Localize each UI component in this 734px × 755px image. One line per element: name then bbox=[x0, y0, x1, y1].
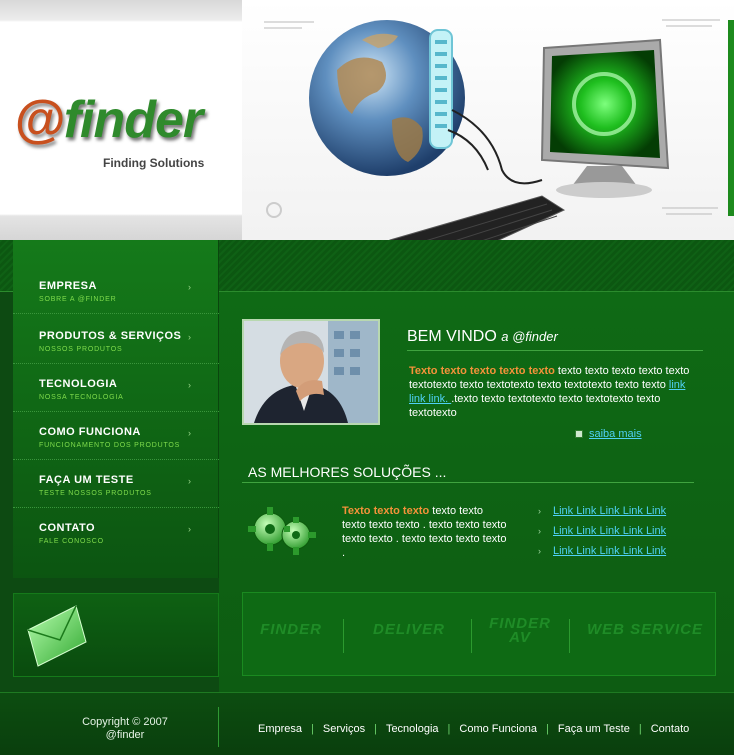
bullet-arrow-icon: › bbox=[538, 526, 541, 536]
nav-item-faca-um-teste[interactable]: FAÇA UM TESTE TESTE NOSSOS PRODUTOS › bbox=[13, 460, 219, 508]
footer-link-empresa[interactable]: Empresa bbox=[258, 723, 302, 735]
separator: | bbox=[311, 723, 314, 735]
nav-item-title: COMO FUNCIONA bbox=[39, 426, 141, 438]
footer-link-como-funciona[interactable]: Como Funciona bbox=[459, 723, 537, 735]
footer-link-contato[interactable]: Contato bbox=[651, 723, 690, 735]
bullet-arrow-icon: › bbox=[538, 506, 541, 516]
nav-item-empresa[interactable]: EMPRESA SOBRE A @FINDER › bbox=[13, 266, 219, 314]
footer-link-tecnologia[interactable]: Tecnologia bbox=[386, 723, 439, 735]
chevron-right-icon: › bbox=[188, 428, 191, 438]
nav-item-title: PRODUTOS & SERVIÇOS bbox=[39, 330, 182, 342]
partner-logo-web-service[interactable]: WEB SERVICE bbox=[583, 622, 707, 637]
sidebar-nav: EMPRESA SOBRE A @FINDER › PRODUTOS & SER… bbox=[13, 240, 219, 578]
nav-item-como-funciona[interactable]: COMO FUNCIONA FUNCIONAMENTO DOS PRODUTOS… bbox=[13, 412, 219, 460]
saiba-mais-label: saiba mais bbox=[589, 428, 642, 440]
links-list: › Link Link Link Link Link › Link Link Lin… bbox=[538, 505, 666, 565]
chevron-right-icon: › bbox=[188, 282, 191, 292]
link-item[interactable]: Link Link Link Link Link bbox=[553, 525, 666, 537]
nav-item-subtitle: TESTE NOSSOS PRODUTOS bbox=[39, 490, 152, 497]
chevron-right-icon: › bbox=[188, 332, 191, 342]
link-item[interactable]: Link Link Link Link Link bbox=[553, 505, 666, 517]
chevron-right-icon: › bbox=[188, 380, 191, 390]
separator: | bbox=[447, 723, 451, 735]
saiba-mais-link[interactable]: saiba mais bbox=[575, 428, 642, 440]
nav-item-tecnologia[interactable]: TECNOLOGIA NOSSA TECNOLOGIA › bbox=[13, 364, 219, 412]
businessman-photo bbox=[242, 319, 380, 425]
gears-icon bbox=[248, 503, 316, 561]
footer-link-faca-um-teste[interactable]: Faça um Teste bbox=[558, 723, 630, 735]
businessman-image bbox=[244, 321, 378, 423]
nav-item-subtitle: FALE CONOSCO bbox=[39, 538, 104, 545]
copyright-line: Copyright © 2007 bbox=[82, 716, 168, 728]
intro-paragraph: Texto texto texto texto texto texto text… bbox=[409, 364, 699, 420]
partner-logo-deliver[interactable]: DELIVER bbox=[367, 622, 451, 637]
nav-item-subtitle: SOBRE A @FINDER bbox=[39, 296, 117, 303]
hero-accent-bar bbox=[728, 20, 734, 216]
welcome-heading: BEM VINDO a @finder bbox=[407, 328, 703, 351]
header: @finder Finding Solutions bbox=[0, 0, 734, 240]
separator: | bbox=[638, 723, 642, 735]
logo-tagline: Finding Solutions bbox=[103, 156, 205, 170]
separator: | bbox=[546, 723, 549, 735]
list-item: › Link Link Link Link Link bbox=[538, 505, 666, 525]
nav-item-produtos-servicos[interactable]: PRODUTOS & SERVIÇOS NOSSOS PRODUTOS › bbox=[13, 316, 219, 364]
nav-item-title: EMPRESA bbox=[39, 280, 97, 292]
nav-item-title: FAÇA UM TESTE bbox=[39, 474, 134, 486]
list-item: › Link Link Link Link Link bbox=[538, 545, 666, 565]
list-item: › Link Link Link Link Link bbox=[538, 525, 666, 545]
solutions-paragraph: Texto texto texto texto texto texto text… bbox=[342, 504, 507, 560]
globe-computer-illustration bbox=[264, 19, 720, 240]
chevron-right-icon: › bbox=[188, 476, 191, 486]
welcome-subtitle: a @finder bbox=[501, 329, 558, 344]
hero-image bbox=[242, 0, 734, 240]
partners-strip: FINDER DELIVER FINDER AV WEB SERVICE bbox=[242, 592, 716, 676]
nav-item-contato[interactable]: CONTATO FALE CONOSCO › bbox=[13, 508, 219, 556]
logo-at-symbol: @ bbox=[14, 91, 65, 149]
divider bbox=[569, 619, 570, 653]
footer-link-servicos[interactable]: Serviços bbox=[323, 723, 365, 735]
nav-item-subtitle: FUNCIONAMENTO DOS PRODUTOS bbox=[39, 442, 181, 449]
nav-item-title: TECNOLOGIA bbox=[39, 378, 118, 390]
logo-word: finder bbox=[63, 91, 203, 149]
solutions-highlight: Texto texto texto bbox=[342, 505, 430, 517]
copyright: Copyright © 2007 @finder bbox=[60, 716, 190, 742]
divider bbox=[218, 707, 219, 747]
arrow-box-icon bbox=[575, 430, 583, 439]
logo[interactable]: @finder bbox=[14, 91, 203, 149]
divider bbox=[343, 619, 344, 653]
logo-panel: @finder Finding Solutions bbox=[0, 0, 242, 240]
nav-item-subtitle: NOSSA TECNOLOGIA bbox=[39, 394, 124, 401]
bullet-arrow-icon: › bbox=[538, 546, 541, 556]
link-item[interactable]: Link Link Link Link Link bbox=[553, 545, 666, 557]
divider bbox=[471, 619, 472, 653]
nav-item-title: CONTATO bbox=[39, 522, 96, 534]
copyright-owner: @finder bbox=[105, 729, 145, 741]
separator: | bbox=[374, 723, 377, 735]
envelope-icon bbox=[27, 605, 87, 667]
mail-box[interactable] bbox=[13, 593, 219, 677]
intro-highlight: Texto texto texto texto texto bbox=[409, 365, 555, 377]
footer: Copyright © 2007 @finder Empresa | Serviço… bbox=[0, 692, 734, 755]
nav-item-subtitle: NOSSOS PRODUTOS bbox=[39, 346, 123, 353]
footer-nav: Empresa | Serviços | Tecnologia | Como Funcion… bbox=[258, 723, 689, 735]
partner-logo-finder-av[interactable]: FINDER AV bbox=[485, 616, 555, 645]
solutions-heading: AS MELHORES SOLUÇÕES ... bbox=[242, 464, 694, 483]
welcome-title: BEM VINDO bbox=[407, 328, 497, 345]
partner-logo-finder[interactable]: FINDER bbox=[259, 622, 323, 637]
chevron-right-icon: › bbox=[188, 524, 191, 534]
